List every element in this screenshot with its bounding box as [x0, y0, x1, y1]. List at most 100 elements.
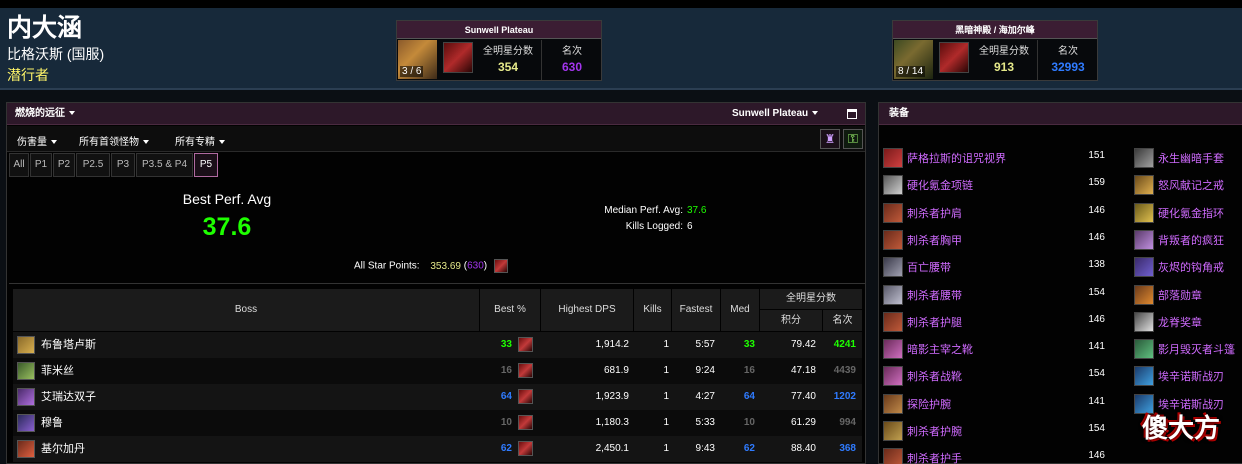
gear-item[interactable]: 刺杀者胸甲 146 [879, 226, 1129, 252]
maximize-icon[interactable] [847, 109, 857, 119]
log-link-icon[interactable] [518, 441, 533, 456]
item-name: 硬化氪金指环 [1158, 207, 1224, 220]
gear-item[interactable]: 背叛者的疯狂 [1130, 226, 1242, 252]
column-header-boss[interactable]: Boss [13, 289, 479, 331]
boss-name[interactable]: 穆鲁 [41, 410, 63, 436]
boss-filter[interactable]: 所有首领怪物 [79, 133, 149, 148]
column-header-med[interactable]: Med [721, 289, 759, 331]
class-filter-icon[interactable]: ♜ [820, 129, 840, 149]
rogue-class-icon [939, 42, 969, 73]
gear-item[interactable]: 灰烬的钩角戒 [1130, 253, 1242, 279]
allstar-rank: 1202 [833, 391, 856, 402]
character-header: 内大涵 比格沃斯 (国服) 潜行者 Sunwell Plateau 3 / 6 … [0, 8, 1242, 90]
column-header-best[interactable]: Best % [480, 289, 540, 331]
column-header-rank[interactable]: 名次 [823, 310, 862, 331]
item-icon [883, 202, 903, 223]
column-header-score[interactable]: 积分 [760, 310, 822, 331]
allstar-summary-rank: 630 [467, 260, 484, 272]
zone-summary-bt-hyjal[interactable]: 黑暗神殿 / 海加尔峰 8 / 14 全明星分数 913 名次 32993 [892, 20, 1098, 81]
column-header-fastest[interactable]: Fastest [672, 289, 720, 331]
key-icon[interactable]: ⚿ [843, 129, 863, 149]
zone-boss-icon: 8 / 14 [894, 40, 933, 79]
rankings-panel-header: 燃烧的远征 Sunwell Plateau [7, 103, 865, 125]
fastest-time: 5:57 [695, 339, 715, 350]
item-icon [883, 339, 903, 360]
item-icon [883, 175, 903, 196]
gear-item[interactable]: 永生幽暗手套 [1130, 144, 1242, 170]
gear-item[interactable]: 暗影主宰之靴 141 [879, 335, 1129, 361]
item-icon [1134, 366, 1154, 387]
column-header-kills[interactable]: Kills [634, 289, 671, 331]
divider [9, 283, 865, 284]
gear-item[interactable]: 刺杀者护手 146 [879, 444, 1129, 464]
zone-title: 黑暗神殿 / 海加尔峰 [893, 21, 1097, 39]
log-link-icon[interactable] [518, 337, 533, 352]
spec-filter[interactable]: 所有专精 [175, 133, 225, 148]
allstar-summary: All Star Points: 353.69 (630) [354, 259, 508, 273]
table-row[interactable]: 基尔加丹 62 2,450.1 1 9:43 62 88.40 368 [13, 436, 862, 462]
median-percent: 33 [743, 339, 755, 350]
tab-p5[interactable]: P5 [194, 153, 218, 177]
tab-p3[interactable]: P3 [111, 153, 135, 177]
best-perf-label: Best Perf. Avg [182, 191, 272, 207]
gear-item[interactable]: 百亡腰带 138 [879, 253, 1129, 279]
boss-name[interactable]: 艾瑞达双子 [41, 384, 96, 410]
zone-select[interactable]: Sunwell Plateau [732, 103, 819, 125]
item-level: 154 [1088, 368, 1105, 380]
boss-name[interactable]: 菲米丝 [41, 358, 74, 384]
item-level: 146 [1088, 231, 1105, 243]
item-name: 永生幽暗手套 [1158, 153, 1224, 165]
tab-p2-5[interactable]: P2.5 [76, 153, 110, 177]
boss-name[interactable]: 布鲁塔卢斯 [41, 332, 96, 358]
zone-summary-sunwell[interactable]: Sunwell Plateau 3 / 6 全明星分数 354 名次 630 [396, 20, 602, 81]
highest-dps: 2,450.1 [595, 443, 629, 454]
boss-filter-label: 所有首领怪物 [79, 137, 139, 148]
item-level: 159 [1088, 177, 1105, 189]
gear-item[interactable]: 刺杀者护腕 154 [879, 417, 1129, 443]
item-name: 萨格拉斯的诅咒视界 [907, 153, 1006, 165]
chevron-down-icon [143, 140, 149, 145]
table-row[interactable]: 布鲁塔卢斯 33 1,914.2 1 5:57 33 79.42 4241 [13, 332, 862, 358]
zone-title: Sunwell Plateau [397, 21, 601, 39]
best-percent: 62 [500, 443, 512, 454]
column-header-dps[interactable]: Highest DPS [541, 289, 633, 331]
item-name: 影月毁灭者斗篷 [1158, 344, 1235, 357]
log-link-icon[interactable] [518, 415, 533, 430]
gear-item[interactable]: 硬化氪金项链 159 [879, 171, 1129, 197]
gear-item[interactable]: 埃辛诺斯战刃 [1130, 362, 1242, 388]
boss-icon [17, 362, 35, 380]
item-name: 暗影主宰之靴 [907, 344, 973, 357]
gear-item[interactable]: 怒风献记之戒 [1130, 171, 1242, 197]
log-link-icon[interactable] [518, 389, 533, 404]
item-icon [883, 448, 903, 464]
allstar-rank: 994 [839, 417, 856, 428]
gear-item[interactable]: 影月毁灭者斗篷 [1130, 335, 1242, 361]
boss-name[interactable]: 基尔加丹 [41, 436, 85, 462]
expansion-select[interactable]: 燃烧的远征 [15, 103, 75, 125]
item-icon [883, 257, 903, 278]
gear-item[interactable]: 龙脊奖章 [1130, 308, 1242, 334]
tab-all[interactable]: All [9, 153, 29, 177]
divider [541, 40, 542, 80]
gear-item[interactable]: 萨格拉斯的诅咒视界 151 [879, 144, 1129, 170]
gear-item[interactable]: 刺杀者战靴 154 [879, 362, 1129, 388]
item-name: 探险护腕 [907, 398, 951, 411]
gear-item[interactable]: 硬化氪金指环 [1130, 199, 1242, 225]
gear-item[interactable]: 刺杀者护腿 146 [879, 308, 1129, 334]
gear-item[interactable]: 部落勋章 [1130, 281, 1242, 307]
gear-item[interactable]: 刺杀者腰带 154 [879, 281, 1129, 307]
tab-p3-5-p4[interactable]: P3.5 & P4 [136, 153, 193, 177]
log-link-icon[interactable] [518, 363, 533, 378]
gear-item[interactable]: 探险护腕 141 [879, 390, 1129, 416]
table-row[interactable]: 艾瑞达双子 64 1,923.9 1 4:27 64 77.40 1202 [13, 384, 862, 410]
item-level: 146 [1088, 450, 1105, 462]
gear-item[interactable]: 刺杀者护肩 146 [879, 199, 1129, 225]
metric-filter[interactable]: 伤害量 [17, 133, 57, 148]
tab-p2[interactable]: P2 [53, 153, 75, 177]
best-percent: 16 [500, 365, 512, 376]
character-server[interactable]: 比格沃斯 (国服) [7, 44, 104, 64]
tab-p1[interactable]: P1 [30, 153, 52, 177]
table-row[interactable]: 菲米丝 16 681.9 1 9:24 16 47.18 4439 [13, 358, 862, 384]
table-row[interactable]: 穆鲁 10 1,180.3 1 5:33 10 61.29 994 [13, 410, 862, 436]
fastest-time: 4:27 [695, 391, 715, 402]
